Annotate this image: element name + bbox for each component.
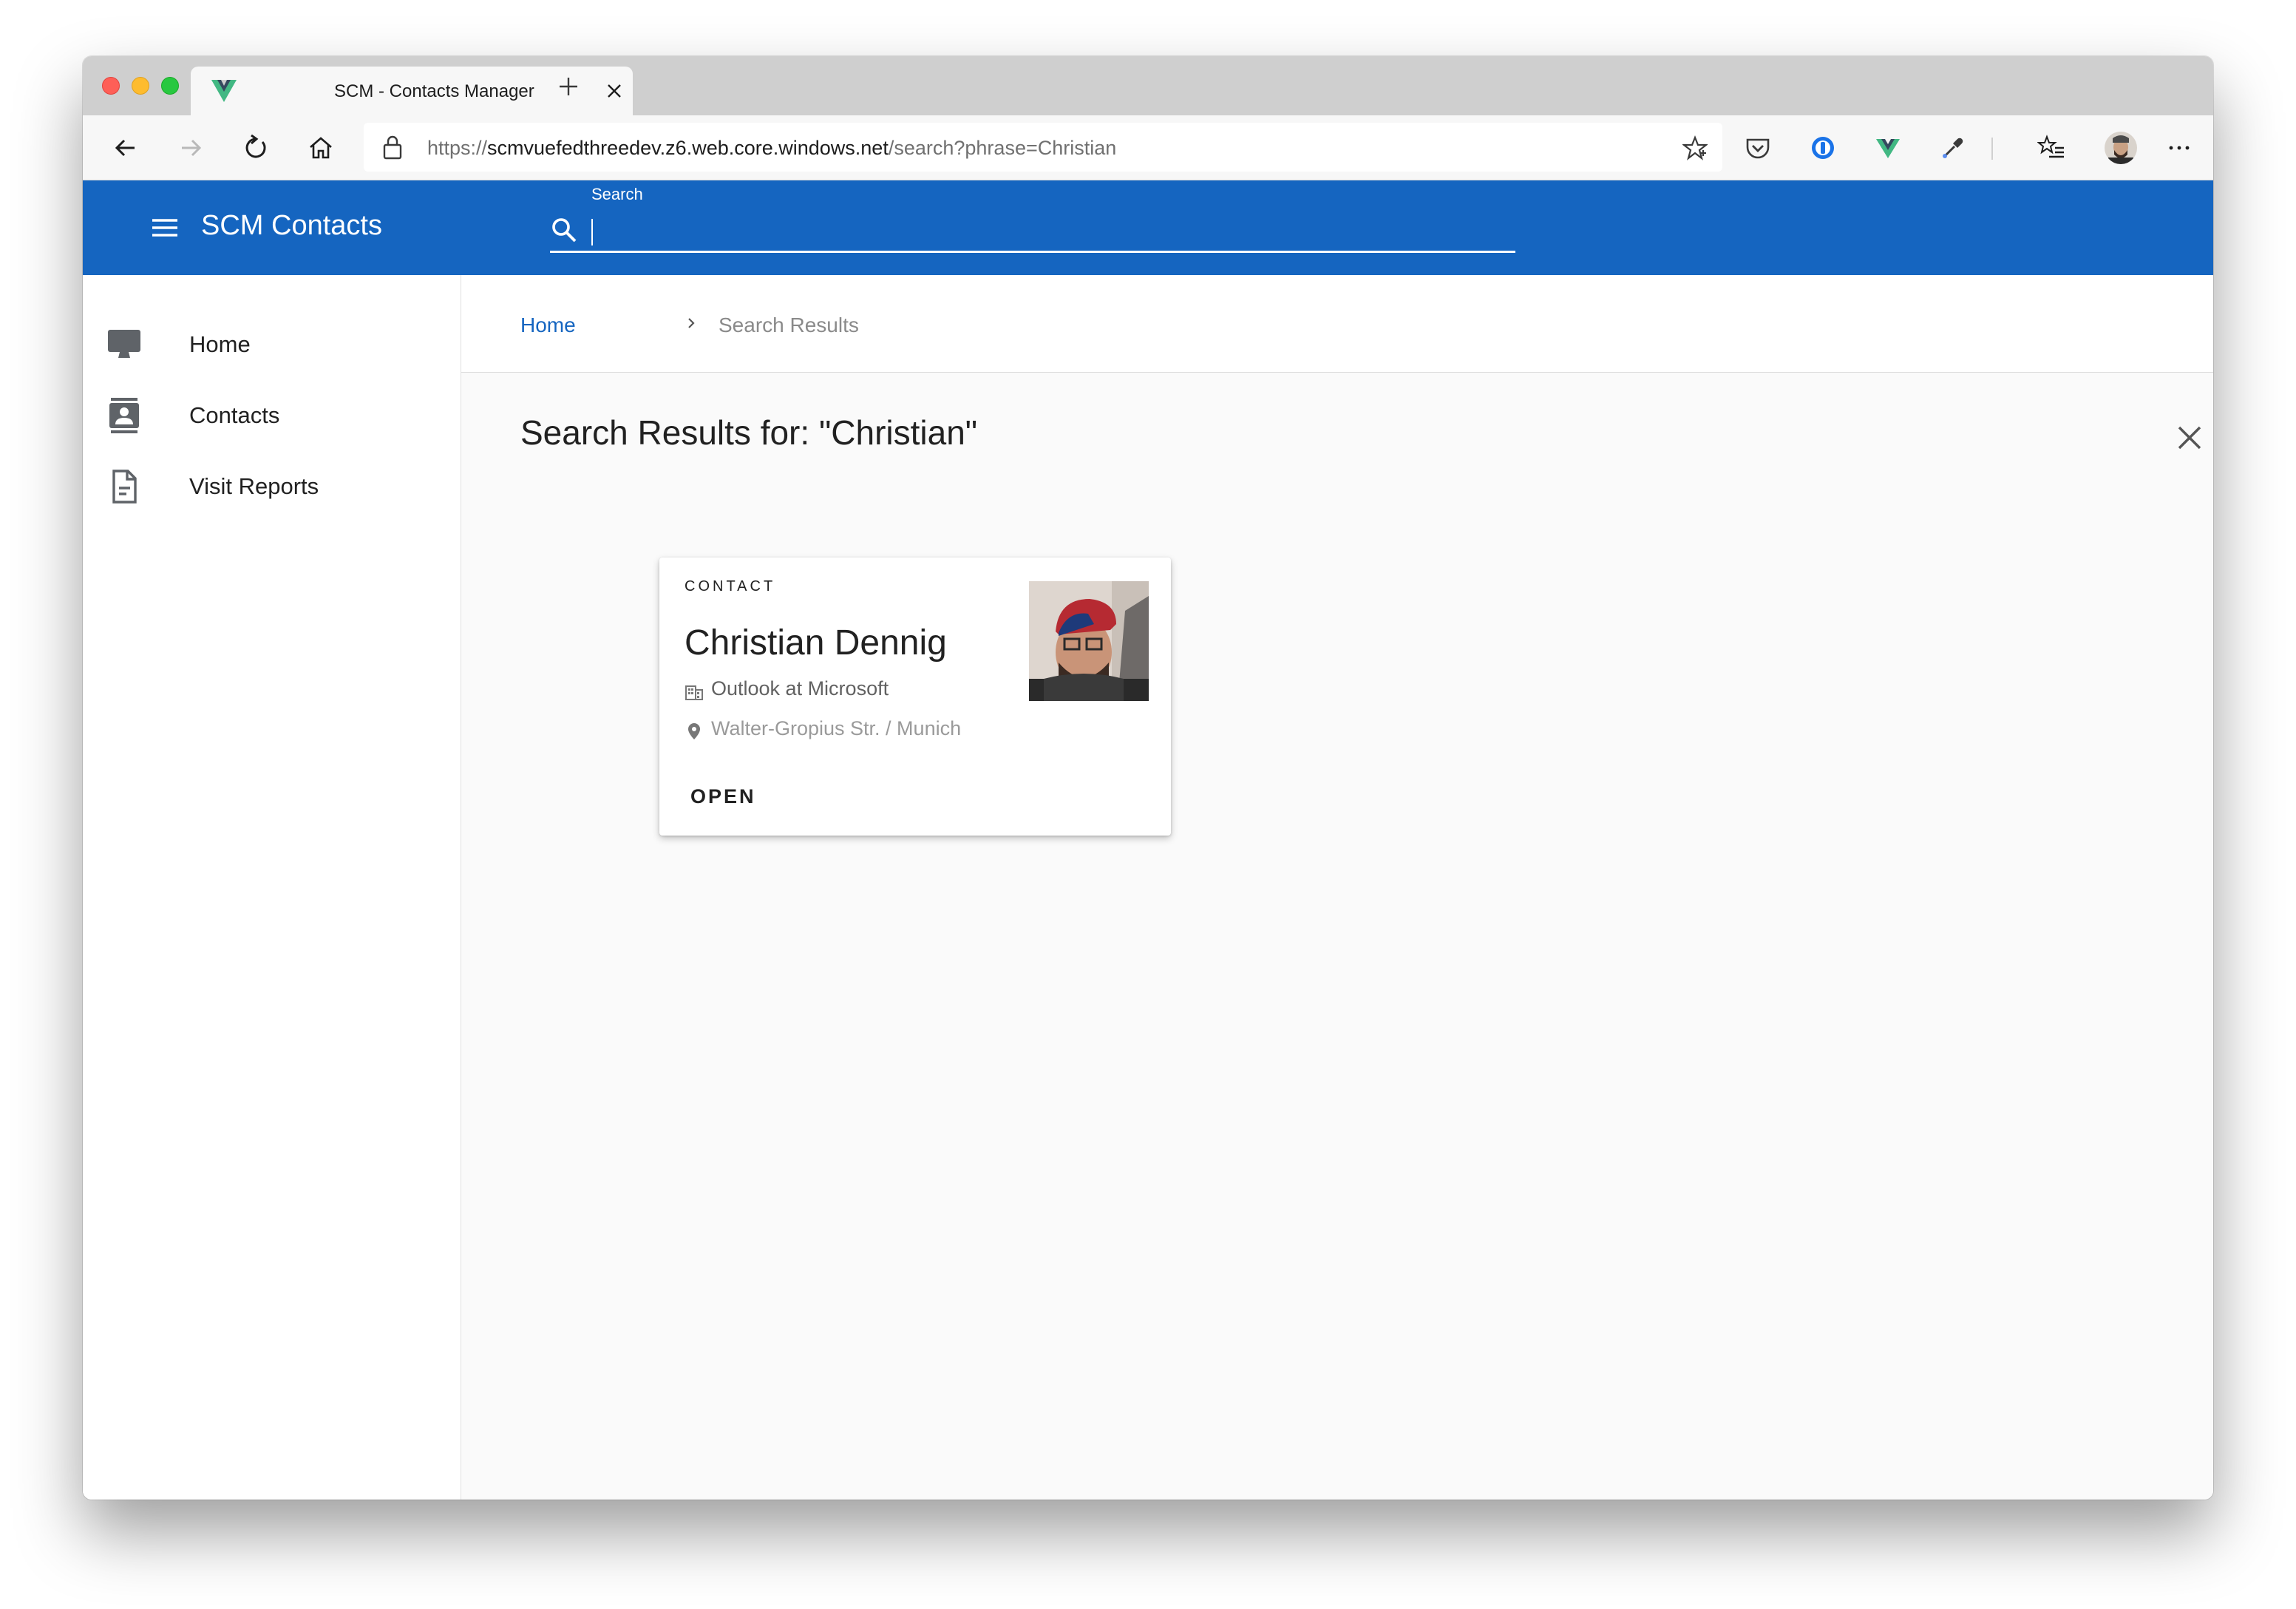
lock-icon xyxy=(383,135,402,160)
card-type-label: CONTACT xyxy=(685,578,776,595)
search-input[interactable] xyxy=(587,211,1504,247)
close-tab-icon[interactable] xyxy=(605,81,624,101)
vue-logo-icon xyxy=(211,80,237,102)
minimize-window-button[interactable] xyxy=(132,77,149,95)
pocket-icon[interactable] xyxy=(1743,133,1773,163)
sidebar-item-home[interactable]: Home xyxy=(83,309,461,380)
sidebar-item-visit-reports[interactable]: Visit Reports xyxy=(83,451,461,522)
sidebar-item-contacts[interactable]: Contacts xyxy=(83,380,461,451)
url-prefix: https:// xyxy=(427,137,488,159)
close-icon[interactable] xyxy=(2175,423,2204,453)
chevron-right-icon xyxy=(688,318,695,328)
reload-icon[interactable] xyxy=(241,133,271,163)
url-host: scmvuefedthreedev.z6.web.core.windows.ne… xyxy=(487,137,889,159)
url-text[interactable]: https://scmvuefedthreedev.z6.web.core.wi… xyxy=(427,137,1116,160)
vue-devtools-icon[interactable] xyxy=(1873,133,1903,163)
contact-address: Walter-Gropius Str. / Munich xyxy=(711,717,962,739)
sidebar: Home Contacts Visit Reports xyxy=(83,275,461,1500)
contact-company: Outlook at Microsoft xyxy=(711,677,889,700)
tab-bar: SCM - Contacts Manager xyxy=(83,56,2213,115)
contacts-icon xyxy=(109,398,139,433)
color-picker-icon[interactable] xyxy=(1938,133,1968,163)
close-window-button[interactable] xyxy=(102,77,120,95)
toolbar-divider xyxy=(1991,138,1993,160)
favorites-list-icon[interactable] xyxy=(2037,133,2067,163)
open-contact-button[interactable]: OPEN xyxy=(679,778,768,816)
app-title: SCM Contacts xyxy=(201,210,382,241)
maximize-window-button[interactable] xyxy=(161,77,179,95)
document-icon xyxy=(112,470,137,504)
forward-icon[interactable] xyxy=(176,133,206,163)
text-caret xyxy=(591,219,593,245)
browser-toolbar: https://scmvuefedthreedev.z6.web.core.wi… xyxy=(83,115,2213,180)
search-label: Search xyxy=(591,185,643,203)
page-title: Search Results for: "Christian" xyxy=(520,413,978,452)
sidebar-item-label: Contacts xyxy=(189,402,280,428)
sidebar-item-label: Visit Reports xyxy=(189,473,319,499)
favorite-star-icon[interactable] xyxy=(1682,135,1708,160)
address-bar[interactable]: https://scmvuefedthreedev.z6.web.core.wi… xyxy=(364,123,1722,172)
contact-photo xyxy=(1029,581,1149,701)
new-tab-icon[interactable] xyxy=(557,75,580,98)
url-path: /search?phrase=Christian xyxy=(888,137,1117,159)
browser-window: SCM - Contacts Manager https://scmvuefed… xyxy=(83,56,2213,1500)
main-content: Home Search Results Search Results for: … xyxy=(461,275,2213,1500)
location-pin-icon xyxy=(688,723,700,739)
breadcrumb-current: Search Results xyxy=(719,314,859,336)
profile-avatar-icon[interactable] xyxy=(2104,131,2138,165)
home-icon[interactable] xyxy=(306,133,336,163)
company-building-icon xyxy=(685,685,703,700)
password-manager-icon[interactable] xyxy=(1808,133,1838,163)
breadcrumb: Home Search Results xyxy=(461,275,2213,373)
hamburger-menu-icon[interactable] xyxy=(151,216,179,240)
breadcrumb-home-link[interactable]: Home xyxy=(520,314,576,337)
search-field[interactable] xyxy=(550,203,1515,253)
back-icon[interactable] xyxy=(111,133,140,163)
search-icon xyxy=(552,218,577,243)
more-options-icon[interactable] xyxy=(2164,133,2194,163)
monitor-icon xyxy=(108,330,140,358)
sidebar-item-label: Home xyxy=(189,331,251,357)
contact-name: Christian Dennig xyxy=(685,623,947,663)
app-bar: SCM Contacts Search xyxy=(83,180,2213,275)
tab-title: SCM - Contacts Manager xyxy=(334,81,534,101)
contact-result-card: CONTACT Christian Dennig Outlook at Micr… xyxy=(659,558,1171,836)
